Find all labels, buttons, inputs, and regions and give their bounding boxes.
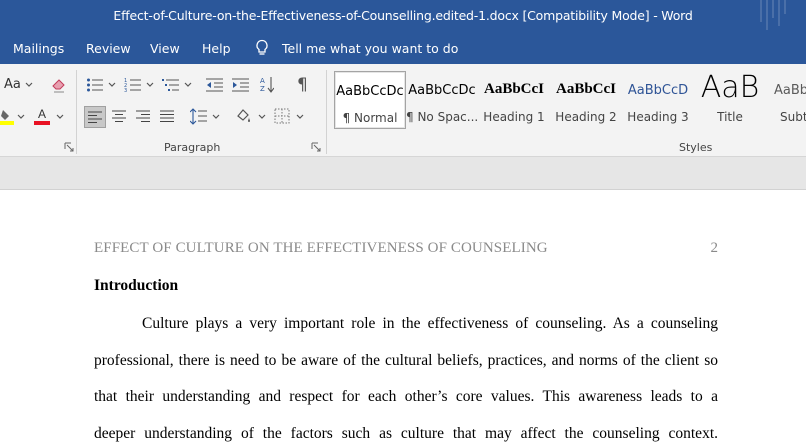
change-case-button[interactable]: Aa xyxy=(4,77,21,92)
page-number: 2 xyxy=(710,240,719,256)
style-preview: AaBb xyxy=(774,83,806,98)
tab-help[interactable]: Help xyxy=(202,41,231,56)
ribbon-tabs: Mailings Review View Help Tell me what y… xyxy=(0,32,806,64)
style-normal[interactable]: AaBbCcDc ¶ Normal xyxy=(334,71,406,129)
svg-text:3: 3 xyxy=(124,88,127,93)
paragraph-dialog-launcher-icon[interactable] xyxy=(311,142,321,152)
style-name: Heading 3 xyxy=(627,110,689,124)
ruler-area xyxy=(0,157,806,190)
align-center-icon[interactable] xyxy=(112,110,127,123)
group-separator xyxy=(76,70,77,154)
style-name: ¶ No Spac... xyxy=(406,110,478,124)
styles-group-label: Styles xyxy=(679,141,713,154)
style-heading-1[interactable]: AaBbCcI Heading 1 xyxy=(478,71,550,129)
style-name: Title xyxy=(717,110,743,124)
highlight-icon[interactable] xyxy=(0,108,14,126)
borders-icon[interactable] xyxy=(274,108,290,124)
style-preview: AaB xyxy=(700,70,760,105)
svg-text:A: A xyxy=(260,77,265,85)
tab-mailings[interactable]: Mailings xyxy=(13,41,64,56)
tell-me-search[interactable]: Tell me what you want to do xyxy=(282,41,458,56)
style-no-spacing[interactable]: AaBbCcDc ¶ No Spac... xyxy=(406,71,478,129)
multilevel-list-icon[interactable] xyxy=(162,77,180,93)
section-heading: Introduction xyxy=(94,277,179,294)
document-page[interactable]: EFFECT OF CULTURE ON THE EFFECTIVENESS O… xyxy=(0,190,806,443)
sort-icon[interactable]: A Z xyxy=(260,76,274,96)
chevron-down-icon[interactable] xyxy=(184,82,192,88)
paragraph-line: that their understanding and respect for… xyxy=(94,388,718,405)
font-dialog-launcher-icon[interactable] xyxy=(64,142,74,152)
running-header: EFFECT OF CULTURE ON THE EFFECTIVENESS O… xyxy=(94,240,548,256)
decorative-lines-icon xyxy=(760,0,786,30)
style-subtitle[interactable]: AaBb Subtitle xyxy=(766,71,806,129)
style-title[interactable]: AaB Title xyxy=(694,70,766,129)
style-name: Subtitle xyxy=(780,110,806,124)
title-bar: Effect-of-Culture-on-the-Effectiveness-o… xyxy=(0,0,806,32)
style-preview: AaBbCcI xyxy=(555,81,616,97)
chevron-down-icon[interactable] xyxy=(108,82,116,88)
style-heading-3[interactable]: AaBbCcD Heading 3 xyxy=(622,71,694,129)
font-color-icon[interactable]: A xyxy=(33,107,51,126)
clear-formatting-icon[interactable] xyxy=(50,76,68,94)
chevron-down-icon[interactable] xyxy=(258,114,266,120)
paragraph-line: professional, there is need to be aware … xyxy=(94,352,718,369)
align-left-icon xyxy=(88,111,102,123)
align-right-icon[interactable] xyxy=(136,110,151,123)
tab-view[interactable]: View xyxy=(150,41,180,56)
style-heading-2[interactable]: AaBbCcI Heading 2 xyxy=(550,71,622,129)
chevron-down-icon[interactable] xyxy=(25,82,33,88)
style-preview: AaBbCcDc xyxy=(336,84,404,99)
styles-gallery: AaBbCcDc ¶ Normal AaBbCcDc ¶ No Spac... … xyxy=(334,70,806,129)
align-left-button[interactable] xyxy=(84,106,106,128)
decrease-indent-icon[interactable] xyxy=(206,77,224,93)
paragraph-line: Culture plays a very important role in t… xyxy=(142,315,718,332)
bullets-icon[interactable] xyxy=(86,77,104,93)
chevron-down-icon[interactable] xyxy=(212,114,220,120)
lightbulb-icon[interactable] xyxy=(254,39,270,57)
tab-review[interactable]: Review xyxy=(86,41,131,56)
group-separator xyxy=(326,70,327,154)
paragraph-line: deeper understanding of the factors such… xyxy=(94,425,718,442)
window-title: Effect-of-Culture-on-the-Effectiveness-o… xyxy=(113,8,693,23)
show-formatting-marks-icon[interactable]: ¶ xyxy=(297,75,308,95)
svg-text:Z: Z xyxy=(260,85,265,93)
chevron-down-icon[interactable] xyxy=(56,114,64,120)
justify-icon[interactable] xyxy=(160,110,175,123)
style-preview: AaBbCcD xyxy=(627,83,689,98)
chevron-down-icon[interactable] xyxy=(296,114,304,120)
style-preview: AaBbCcI xyxy=(483,81,544,97)
svg-text:A: A xyxy=(38,107,46,121)
style-preview: AaBbCcDc xyxy=(408,83,476,98)
style-name: Heading 1 xyxy=(483,110,545,124)
style-name: ¶ Normal xyxy=(342,111,398,125)
chevron-down-icon[interactable] xyxy=(146,82,154,88)
numbering-icon[interactable]: 1 2 3 xyxy=(124,77,142,93)
style-name: Heading 2 xyxy=(555,110,617,124)
increase-indent-icon[interactable] xyxy=(232,77,250,93)
paragraph-group-label: Paragraph xyxy=(164,141,221,154)
shading-icon[interactable] xyxy=(234,107,252,125)
line-spacing-icon[interactable] xyxy=(190,108,208,125)
chevron-down-icon[interactable] xyxy=(17,114,25,120)
